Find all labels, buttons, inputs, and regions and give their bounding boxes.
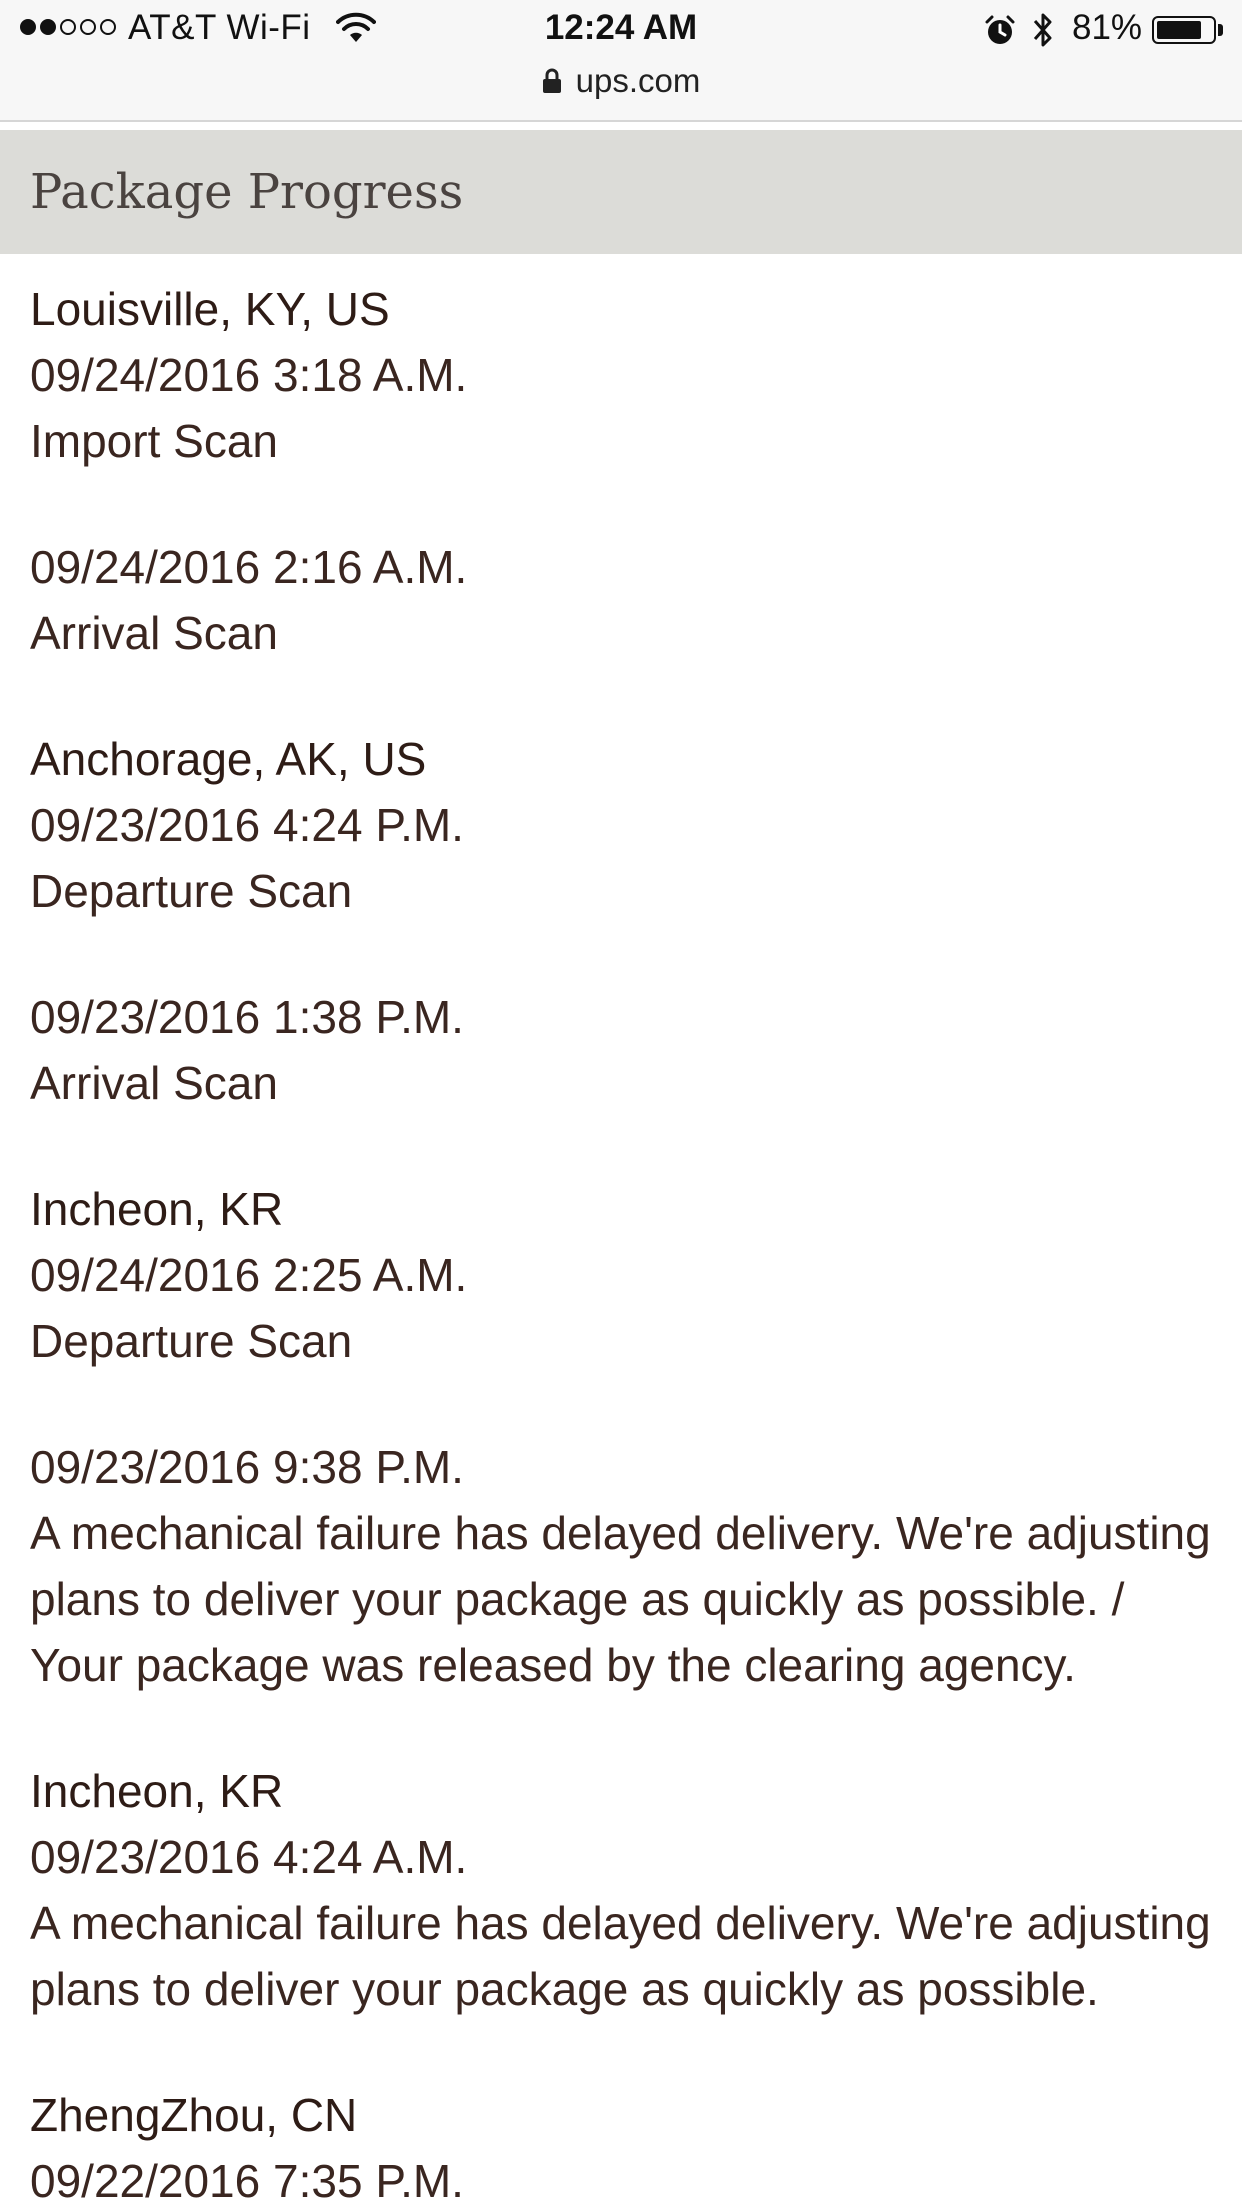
event-datetime: 09/23/2016 1:38 P.M. — [30, 991, 464, 1043]
battery-icon — [1152, 16, 1216, 44]
url-text[interactable]: ups.com — [576, 62, 701, 100]
list-item: Louisville, KY, US 09/24/2016 3:18 A.M. … — [30, 276, 1220, 474]
list-item: Incheon, KR 09/23/2016 4:24 A.M. A mecha… — [30, 1758, 1220, 2022]
battery-level-fill — [1157, 21, 1201, 39]
list-item: 09/23/2016 9:38 P.M. A mechanical failur… — [30, 1434, 1220, 1698]
event-location: ZhengZhou, CN — [30, 2089, 358, 2141]
section-header: Package Progress — [0, 130, 1242, 254]
event-location: Anchorage, AK, US — [30, 733, 427, 785]
event-activity: Import Scan — [30, 415, 278, 467]
event-datetime: 09/24/2016 2:25 A.M. — [30, 1249, 468, 1301]
alarm-icon — [985, 15, 1015, 44]
event-activity: Departure Scan — [30, 1315, 353, 1367]
event-location: Incheon, KR — [30, 1765, 284, 1817]
event-activity: A mechanical failure has delayed deliver… — [30, 1507, 1211, 1691]
status-bar: AT&T Wi-Fi 12:24 AM 81% — [0, 0, 1242, 62]
list-item: ZhengZhou, CN 09/22/2016 7:35 P.M. — [30, 2082, 1220, 2208]
bluetooth-icon — [1033, 13, 1052, 47]
address-bar[interactable]: ups.com — [0, 58, 1242, 104]
list-item: Incheon, KR 09/24/2016 2:25 A.M. Departu… — [30, 1176, 1220, 1374]
event-activity: Departure Scan — [30, 865, 353, 917]
page-title: Package Progress — [30, 164, 464, 220]
list-item: Anchorage, AK, US 09/23/2016 4:24 P.M. D… — [30, 726, 1220, 924]
event-datetime: 09/22/2016 7:35 P.M. — [30, 2155, 464, 2207]
event-datetime: 09/23/2016 4:24 P.M. — [30, 799, 464, 851]
list-item: 09/23/2016 1:38 P.M. Arrival Scan — [30, 984, 1220, 1116]
event-location: Incheon, KR — [30, 1183, 284, 1235]
event-datetime: 09/24/2016 3:18 A.M. — [30, 349, 468, 401]
battery-percent: 81% — [1072, 8, 1143, 47]
battery-tip — [1218, 24, 1223, 36]
event-datetime: 09/23/2016 9:38 P.M. — [30, 1441, 464, 1493]
browser-top-bar: AT&T Wi-Fi 12:24 AM 81% ups.com — [0, 0, 1242, 122]
package-progress-list: Louisville, KY, US 09/24/2016 3:18 A.M. … — [30, 276, 1220, 2208]
event-datetime: 09/23/2016 4:24 A.M. — [30, 1831, 468, 1883]
event-activity: A mechanical failure has delayed deliver… — [30, 1897, 1211, 2015]
event-datetime: 09/24/2016 2:16 A.M. — [30, 541, 468, 593]
event-activity: Arrival Scan — [30, 1057, 278, 1109]
lock-icon — [542, 68, 561, 93]
event-location: Louisville, KY, US — [30, 283, 390, 335]
event-activity: Arrival Scan — [30, 607, 278, 659]
list-item: 09/24/2016 2:16 A.M. Arrival Scan — [30, 534, 1220, 666]
